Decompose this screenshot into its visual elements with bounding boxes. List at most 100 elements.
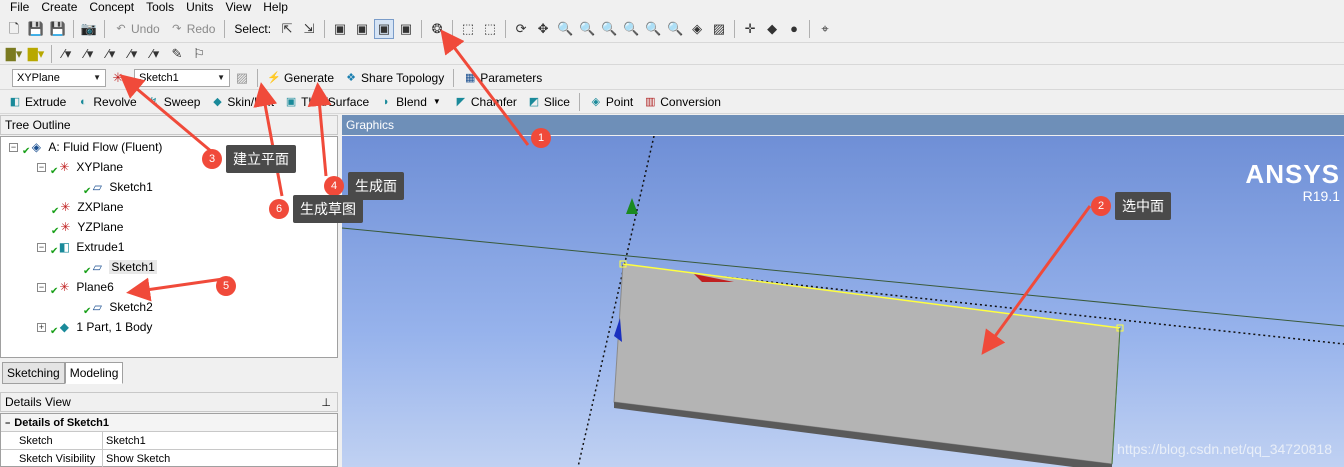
menu-view[interactable]: View: [225, 0, 251, 14]
blend-button[interactable]: ◗ Blend ▼: [375, 95, 448, 109]
details-key: Sketch: [1, 432, 103, 449]
secondary-toolbar: ▇▾ ▇▾ ⁄▾ ⁄▾ ⁄▾ ⁄▾ ⁄▾ ✎ ⚐: [0, 43, 1344, 65]
zoom-previous-icon[interactable]: 🔍: [665, 19, 685, 39]
generate-button[interactable]: ⚡ Generate: [263, 71, 338, 85]
undo-icon: ↶: [116, 22, 126, 35]
menu-help[interactable]: Help: [263, 0, 288, 14]
tree-node-sketch1-extrude[interactable]: ✔ ▱ Sketch1: [83, 257, 157, 277]
camera-icon[interactable]: 📷: [79, 19, 99, 39]
display-color-icon[interactable]: ▇▾: [26, 44, 46, 64]
pan-icon[interactable]: ✥: [533, 19, 553, 39]
tree-node-parts[interactable]: + ✔ ◆ 1 Part, 1 Body: [37, 317, 152, 337]
display-edges-icon[interactable]: ▇▾: [4, 44, 24, 64]
axis-triad-icon[interactable]: ✛: [740, 19, 760, 39]
menu-file[interactable]: File: [10, 0, 29, 14]
parameters-button[interactable]: ▦ Parameters: [459, 71, 546, 85]
display-model-icon[interactable]: ◆: [762, 19, 782, 39]
select-mode-icon[interactable]: ⇱: [277, 19, 297, 39]
extend-selection-icon[interactable]: ❂: [427, 19, 447, 39]
save-as-icon[interactable]: 💾: [48, 19, 68, 39]
collapse-icon[interactable]: −: [9, 142, 18, 152]
undo-button[interactable]: ↶ Undo: [110, 22, 164, 36]
tree-node-yzplane[interactable]: ✔ ✳ YZPlane: [51, 217, 123, 237]
collapse-icon[interactable]: −: [37, 162, 46, 172]
feature-toolbar: ◧ Extrude ◐ Revolve ↯ Sweep ◆ Skin/Loft ▣ Thi…: [0, 90, 1344, 114]
skin-loft-button[interactable]: ◆ Skin/Loft: [206, 95, 278, 109]
menu-concept[interactable]: Concept: [89, 0, 134, 14]
share-topology-button[interactable]: ❖ Share Topology: [340, 71, 448, 85]
save-icon[interactable]: 💾: [26, 19, 46, 39]
tree-node-xyplane[interactable]: − ✔ ✳ XYPlane: [37, 157, 123, 177]
zoom-fit-icon[interactable]: ⬚: [480, 19, 500, 39]
magnifier-icon[interactable]: 🔍: [643, 19, 663, 39]
collapse-icon[interactable]: −: [5, 418, 10, 428]
select-body-icon[interactable]: ▣: [396, 19, 416, 39]
new-icon[interactable]: 🗋: [4, 19, 24, 39]
tree-node-zxplane[interactable]: ✔ ✳ ZXPlane: [51, 197, 123, 217]
expand-icon[interactable]: +: [37, 322, 46, 332]
redo-button[interactable]: ↷ Redo: [166, 22, 220, 36]
display-plane-icon[interactable]: ▨: [709, 19, 729, 39]
toolbar-separator: [73, 19, 74, 38]
callout-badge: 1: [531, 128, 551, 148]
select-filter-icon[interactable]: ⇲: [299, 19, 319, 39]
tree-node-plane6[interactable]: − ✔ ✳ Plane6: [37, 277, 114, 297]
tab-sketching[interactable]: Sketching: [2, 362, 65, 384]
tree-node-sketch1[interactable]: ✔ ▱ Sketch1: [83, 177, 153, 197]
new-sketch-icon[interactable]: ▨: [232, 68, 252, 88]
graphics-viewport[interactable]: ANSYS R19.1 https://blog.csdn.net/qq_347…: [342, 136, 1344, 467]
zoom-icon[interactable]: 🔍: [555, 19, 575, 39]
select-edge-icon[interactable]: ▣: [352, 19, 372, 39]
rotate-icon[interactable]: ⟳: [511, 19, 531, 39]
callout-badge: 3: [202, 149, 222, 169]
display-point-icon[interactable]: ●: [784, 19, 804, 39]
tree-node-root[interactable]: − ✔ ◈ A: Fluid Flow (Fluent): [9, 137, 162, 157]
select-face-icon[interactable]: ▣: [374, 18, 395, 39]
look-at-icon[interactable]: ⌖: [815, 19, 835, 39]
conversion-button[interactable]: ▥ Conversion: [639, 95, 725, 109]
details-row[interactable]: Sketch Visibility Show Sketch: [1, 450, 337, 467]
sketch-select[interactable]: Sketch1 ▼: [134, 68, 230, 87]
revolve-button[interactable]: ◐ Revolve: [72, 95, 140, 109]
collapse-icon[interactable]: −: [37, 242, 46, 252]
tab-modeling[interactable]: Modeling: [64, 362, 124, 384]
extrude-button[interactable]: ◧ Extrude: [4, 95, 70, 109]
tree-node-sketch2[interactable]: ✔ ▱ Sketch2: [83, 297, 153, 317]
edge-tool-2-icon[interactable]: ⁄▾: [79, 44, 99, 64]
toolbar-separator: [453, 68, 455, 87]
chamfer-button[interactable]: ◤ Chamfer: [450, 95, 521, 109]
zoom-to-fit-icon[interactable]: 🔍: [621, 19, 641, 39]
point-button[interactable]: ◈ Point: [585, 95, 637, 109]
edge-tool-4-icon[interactable]: ⁄▾: [123, 44, 143, 64]
edge-tool-1-icon[interactable]: ⁄▾: [57, 44, 77, 64]
parameters-icon: ▦: [465, 71, 476, 84]
pin-icon[interactable]: ✎: [167, 44, 187, 64]
point-label: Point: [605, 94, 634, 109]
menu-tools[interactable]: Tools: [146, 0, 174, 14]
callout-text: 生成草图: [293, 195, 363, 223]
plane-select[interactable]: XYPlane ▼: [12, 68, 106, 87]
sweep-button[interactable]: ↯ Sweep: [143, 95, 205, 109]
zoom-out-icon[interactable]: 🔍: [599, 19, 619, 39]
undo-label: Undo: [131, 21, 160, 36]
graphics-title: Graphics: [342, 115, 1344, 135]
menu-units[interactable]: Units: [186, 0, 213, 14]
edge-tool-3-icon[interactable]: ⁄▾: [101, 44, 121, 64]
toolbar-separator: [324, 19, 326, 38]
collapse-icon[interactable]: −: [37, 282, 46, 292]
pin-icon[interactable]: ⊥: [321, 396, 331, 409]
menu-bar: File Create Concept Tools Units View Hel…: [0, 0, 1344, 14]
flag-icon[interactable]: ⚐: [189, 44, 209, 64]
details-row[interactable]: Sketch Sketch1: [1, 432, 337, 450]
select-point-icon[interactable]: ▣: [330, 19, 350, 39]
slice-button[interactable]: ◩ Slice: [523, 95, 574, 109]
new-plane-icon[interactable]: ✳: [108, 68, 128, 88]
zoom-in-icon[interactable]: 🔍: [577, 19, 597, 39]
tree-node-label: Extrude1: [76, 240, 125, 254]
thin-surface-button[interactable]: ▣ Thin/Surface: [280, 95, 373, 109]
tree-node-extrude1[interactable]: − ✔ ◧ Extrude1: [37, 237, 124, 257]
edge-tool-5-icon[interactable]: ⁄▾: [145, 44, 165, 64]
menu-create[interactable]: Create: [41, 0, 77, 14]
iso-view-icon[interactable]: ◈: [687, 19, 707, 39]
zoom-box-icon[interactable]: ⬚: [458, 19, 478, 39]
